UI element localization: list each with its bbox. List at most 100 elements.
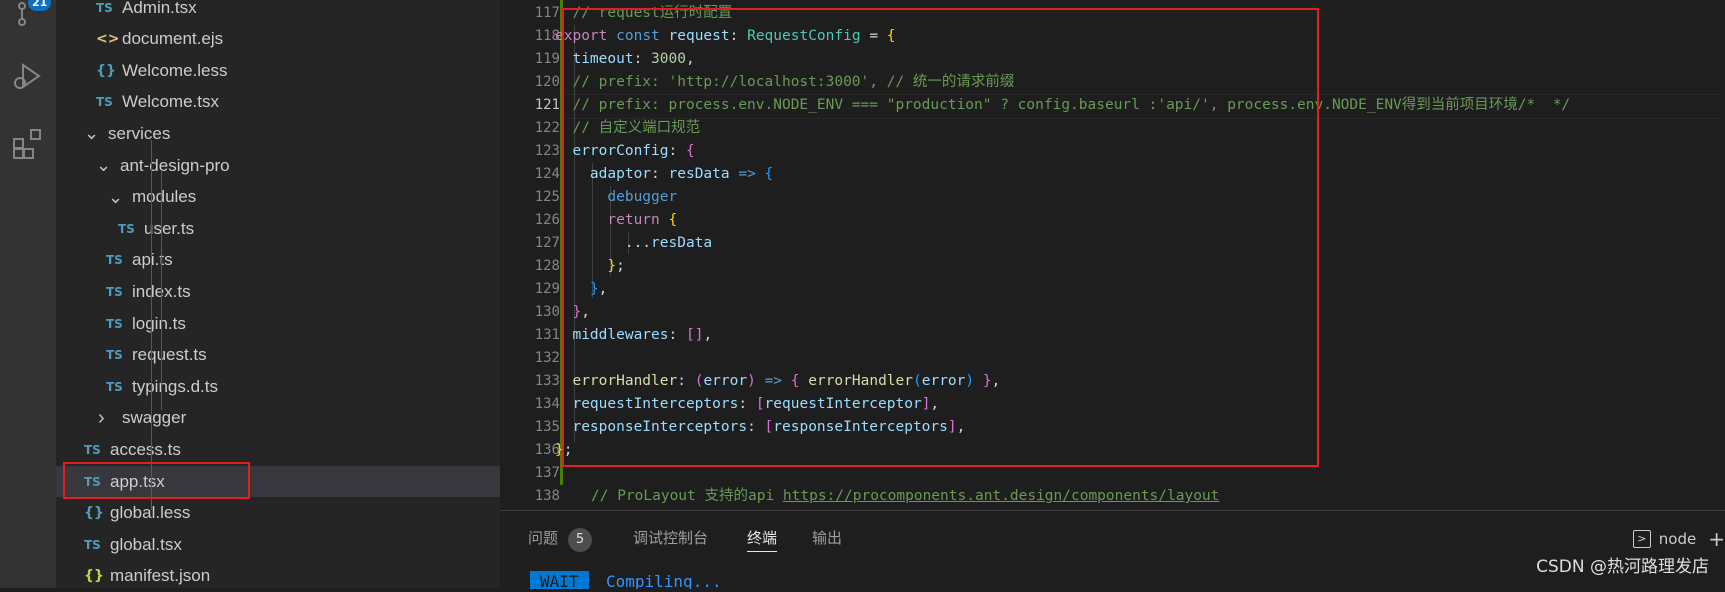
- explorer-item-label: services: [108, 123, 171, 143]
- ts-file-icon: TS: [96, 0, 113, 15]
- line-number: 137: [534, 465, 560, 481]
- explorer-item-typings-d-ts[interactable]: TS typings.d.ts: [56, 371, 500, 402]
- explorer-item-label: access.ts: [110, 439, 181, 459]
- status-badge: WAIT: [530, 571, 589, 589]
- line-number: 123: [534, 143, 560, 159]
- explorer-item-label: login.ts: [132, 313, 186, 333]
- line-number: 120: [534, 74, 560, 90]
- line-number-gutter: 117 118 119 120 121 122 123 124 125 126 127 128 129 1…: [500, 0, 560, 510]
- explorer-item-welcome-tsx[interactable]: TS Welcome.tsx: [56, 87, 500, 118]
- ts-file-icon: TS: [118, 221, 135, 236]
- explorer-tree: TS Admin.tsx <> document.ejs{} Welcome.less T…: [56, 0, 500, 588]
- line-number: 134: [534, 396, 560, 412]
- line-number: 122: [534, 120, 560, 136]
- chevron-down-icon: ⌄: [108, 186, 124, 207]
- explorer-item-label: modules: [132, 187, 197, 207]
- explorer-item-label: global.tsx: [110, 534, 182, 554]
- explorer-item-admin-tsx[interactable]: TS Admin.tsx: [56, 0, 500, 23]
- line-number: 135: [534, 419, 560, 435]
- code-token: // ProLayout 支持的api: [591, 488, 783, 504]
- explorer-item-swagger[interactable]: › swagger: [56, 403, 500, 434]
- activity-bar: 21: [0, 0, 56, 588]
- tab-debug-console[interactable]: 调试控制台: [633, 527, 708, 551]
- ts-file-icon: TS: [106, 253, 123, 268]
- less-file-icon: {}: [96, 62, 116, 79]
- line-number: 130: [534, 304, 560, 320]
- terminal-selector[interactable]: > node +: [1632, 527, 1725, 551]
- terminal-name: node: [1658, 530, 1697, 548]
- ts-file-icon: TS: [106, 348, 123, 363]
- ts-file-icon: TS: [96, 95, 113, 110]
- chevron-down-icon: ⌄: [96, 155, 112, 175]
- explorer-item-access-ts[interactable]: TS access.ts: [56, 434, 500, 465]
- source-control-badge: 21: [28, 0, 52, 11]
- terminal-icon: >: [1632, 530, 1651, 548]
- json-file-icon: {}: [84, 568, 104, 585]
- tab-problems[interactable]: 问题 5: [528, 527, 593, 552]
- tab-output[interactable]: 输出: [812, 527, 842, 551]
- explorer-item-label: Admin.tsx: [122, 0, 197, 17]
- line-number: 117: [534, 5, 560, 21]
- less-file-icon: {}: [84, 505, 104, 522]
- explorer-item-label: swagger: [122, 408, 187, 428]
- explorer-item-manifest-json[interactable]: {} manifest.json: [56, 561, 500, 592]
- ts-file-icon: TS: [106, 284, 123, 299]
- explorer-item-global-tsx[interactable]: TS global.tsx: [56, 529, 500, 560]
- explorer-item-global-less[interactable]: {} global.less: [56, 498, 500, 529]
- line-number: 132: [534, 350, 560, 366]
- line-number: 126: [534, 212, 560, 228]
- line-number: 125: [534, 189, 560, 205]
- line-number: 127: [534, 235, 560, 251]
- file-highlight-box: [63, 462, 250, 499]
- source-control-icon[interactable]: 21: [0, 0, 56, 42]
- extensions-icon[interactable]: [0, 116, 56, 172]
- add-terminal-icon[interactable]: +: [1708, 527, 1725, 551]
- code-line: // ProLayout 支持的api https://procomponent…: [591, 485, 1219, 508]
- code-highlight-box: [562, 8, 1319, 467]
- tab-terminal[interactable]: 终端: [747, 527, 778, 552]
- line-number: 119: [534, 51, 560, 67]
- explorer-item-ant-design-pro[interactable]: ⌄ ant-design-pro: [56, 150, 500, 181]
- explorer-item-index-ts[interactable]: TSindex.ts: [56, 276, 500, 307]
- explorer-item-document-ejs[interactable]: <> document.ejs: [56, 24, 500, 55]
- chevron-down-icon: ⌄: [84, 123, 100, 144]
- line-number: 138: [534, 488, 560, 504]
- explorer-item-services[interactable]: ⌄ services: [56, 118, 500, 149]
- line-number: 118: [534, 28, 560, 44]
- chevron-right-icon: ›: [98, 406, 105, 429]
- explorer-item-label: typings.d.ts: [132, 376, 218, 396]
- explorer-item-label: Welcome.less: [122, 60, 228, 80]
- bottom-panel: 问题 5 调试控制台 终端 输出 > node + WAIT Compiling.…: [500, 510, 1725, 589]
- explorer-item-label: request.ts: [132, 345, 207, 365]
- ts-file-icon: TS: [84, 537, 101, 552]
- explorer-item-api-ts[interactable]: TS api.ts: [56, 245, 500, 276]
- line-number: 131: [534, 327, 560, 343]
- ts-file-icon: TS: [106, 379, 123, 394]
- line-number: 124: [534, 166, 560, 182]
- explorer-item-user-ts[interactable]: TS user.ts: [56, 213, 500, 244]
- watermark: CSDN @热河路理发店: [1536, 557, 1709, 577]
- explorer-item-login-ts[interactable]: TS login.ts: [56, 308, 500, 339]
- indent-guide: [161, 170, 162, 410]
- explorer-item-label: manifest.json: [110, 566, 211, 586]
- status-text: Compiling...: [606, 572, 722, 589]
- explorer-item-label: Welcome.tsx: [122, 92, 219, 112]
- ts-file-icon: TS: [84, 442, 101, 457]
- explorer-item-welcome-less[interactable]: {} Welcome.less: [56, 55, 500, 86]
- explorer-item-label: api.ts: [132, 250, 173, 270]
- ts-file-icon: TS: [106, 316, 123, 331]
- line-number: 136: [534, 442, 560, 458]
- explorer-item-label: document.ejs: [122, 29, 224, 49]
- explorer-item-modules[interactable]: ⌄ modules: [56, 182, 500, 213]
- indent-guide: [151, 140, 152, 510]
- code-token[interactable]: https://procomponents.ant.design/compone…: [783, 488, 1220, 504]
- ejs-file-icon: <>: [96, 31, 120, 48]
- explorer-item-label: ant-design-pro: [120, 155, 230, 175]
- line-number: 129: [534, 281, 560, 297]
- line-number: 128: [534, 258, 560, 274]
- line-number: 121: [534, 97, 560, 113]
- line-number: 133: [534, 373, 560, 389]
- problems-count-badge: 5: [568, 528, 593, 552]
- explorer-item-request-ts[interactable]: TS request.ts: [56, 340, 500, 371]
- run-debug-icon[interactable]: [0, 48, 56, 104]
